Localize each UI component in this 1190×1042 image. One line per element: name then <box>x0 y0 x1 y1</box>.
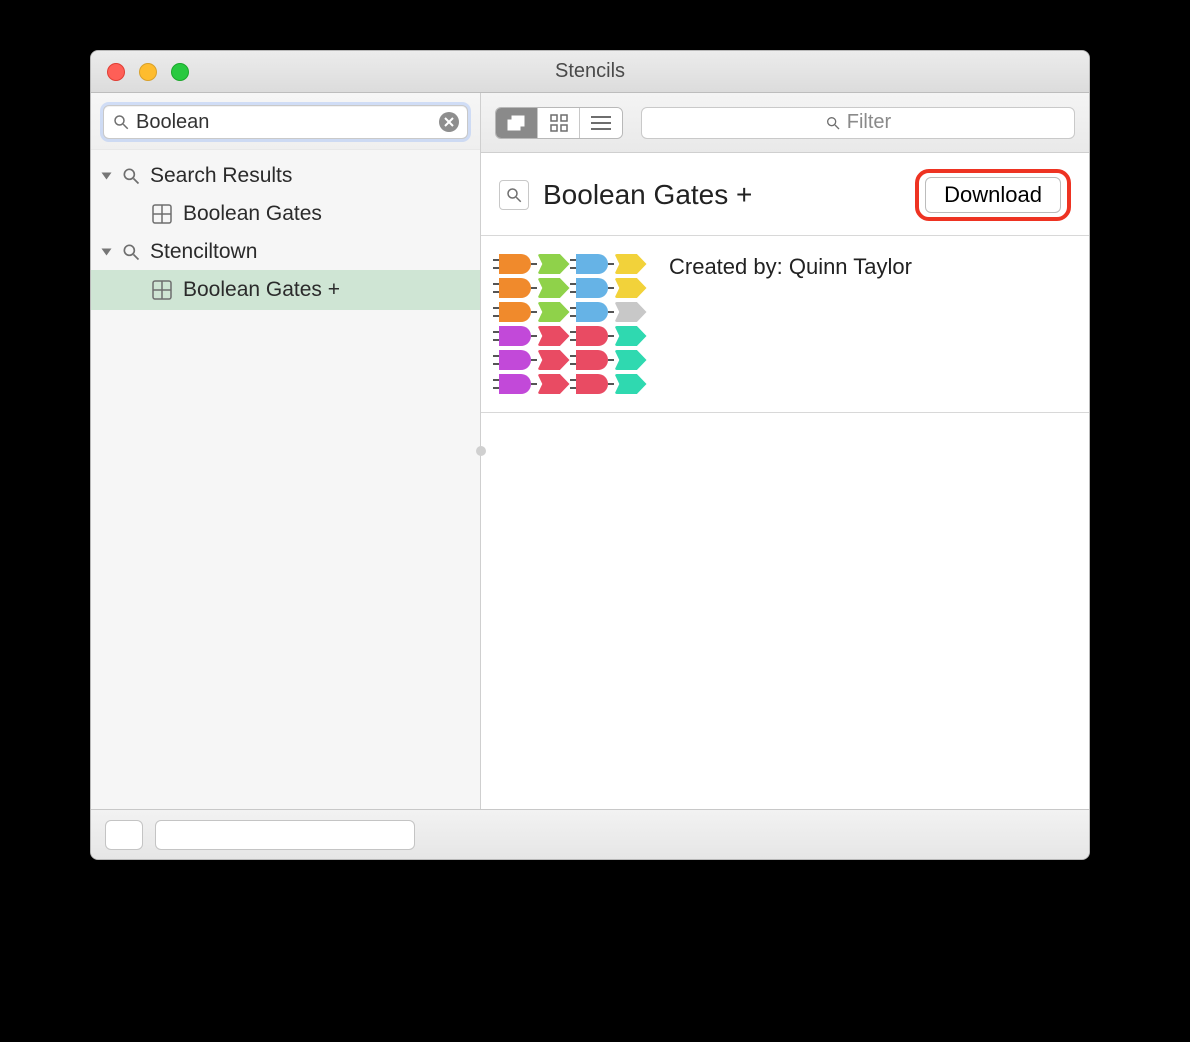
detail-meta: Created by: Quinn Taylor <box>669 254 912 394</box>
gate-icon <box>499 302 531 322</box>
tree-item-label: Boolean Gates <box>183 202 322 226</box>
sidebar-search-input[interactable] <box>130 111 439 134</box>
sidebar: Search Results Boolean Gates Stenciltown Bo… <box>91 93 481 809</box>
search-icon <box>112 113 130 131</box>
gate-icon <box>538 254 570 274</box>
bottom-field[interactable] <box>155 820 415 850</box>
gate-icon <box>576 278 608 298</box>
tree-group-header[interactable]: Search Results <box>91 158 480 194</box>
detail-body: Created by: Quinn Taylor <box>481 236 1089 413</box>
sidebar-tree: Search Results Boolean Gates Stenciltown Bo… <box>91 150 480 809</box>
gate-icon <box>538 350 570 370</box>
sidebar-search-field[interactable] <box>103 105 468 139</box>
gate-icon <box>576 326 608 346</box>
sidebar-toolbar <box>91 93 480 150</box>
download-highlight: Download <box>915 169 1071 221</box>
minimize-window-button[interactable] <box>139 63 157 81</box>
close-window-button[interactable] <box>107 63 125 81</box>
view-mode-segment <box>495 107 623 139</box>
detail-search-button[interactable] <box>499 180 529 210</box>
gate-icon <box>499 254 531 274</box>
gate-icon <box>576 374 608 394</box>
disclosure-triangle-icon <box>102 173 112 180</box>
clear-search-icon[interactable] <box>439 112 459 132</box>
gate-icon <box>538 302 570 322</box>
stencil-grid-icon <box>151 203 173 225</box>
gate-icon <box>615 350 647 370</box>
view-grid-icon[interactable] <box>538 108 580 138</box>
gate-icon <box>576 350 608 370</box>
bottom-action-button[interactable] <box>105 820 143 850</box>
titlebar: Stencils <box>91 51 1089 93</box>
search-icon <box>120 165 142 187</box>
tree-item[interactable]: Boolean Gates <box>91 194 480 234</box>
traffic-lights <box>107 63 189 81</box>
gate-icon <box>615 374 647 394</box>
gate-icon <box>615 326 647 346</box>
zoom-window-button[interactable] <box>171 63 189 81</box>
gate-icon <box>499 326 531 346</box>
disclosure-triangle-icon <box>102 249 112 256</box>
main-toolbar: Filter <box>481 93 1089 153</box>
tree-group-label: Stenciltown <box>150 240 257 264</box>
main-pane: Filter Boolean Gates + Download Created … <box>481 93 1089 809</box>
filter-placeholder: Filter <box>847 111 891 134</box>
stencil-grid-icon <box>151 279 173 301</box>
window-title: Stencils <box>91 60 1089 83</box>
gate-icon <box>615 254 647 274</box>
gate-icon <box>538 326 570 346</box>
tree-group-header[interactable]: Stenciltown <box>91 234 480 270</box>
pane-resize-handle[interactable] <box>476 446 486 456</box>
gate-icon <box>576 254 608 274</box>
gate-icon <box>499 278 531 298</box>
gate-icon <box>499 374 531 394</box>
detail-title: Boolean Gates + <box>543 179 901 211</box>
view-list-icon[interactable] <box>580 108 622 138</box>
filter-field[interactable]: Filter <box>641 107 1075 139</box>
detail-header: Boolean Gates + Download <box>481 153 1089 236</box>
tree-item-label: Boolean Gates + <box>183 278 340 302</box>
gate-icon <box>538 374 570 394</box>
tree-group-label: Search Results <box>150 164 292 188</box>
gate-icon <box>615 302 647 322</box>
view-stack-icon[interactable] <box>496 108 538 138</box>
gate-icon <box>615 278 647 298</box>
tree-item[interactable]: Boolean Gates + <box>91 270 480 310</box>
bottom-bar <box>91 809 1089 859</box>
download-button[interactable]: Download <box>925 177 1061 213</box>
gate-icon <box>576 302 608 322</box>
stencil-thumbnail <box>499 254 649 394</box>
search-icon <box>825 115 841 131</box>
stencils-window: Stencils Search Results Boolean Gates Sten… <box>90 50 1090 860</box>
window-body: Search Results Boolean Gates Stenciltown Bo… <box>91 93 1089 809</box>
search-icon <box>505 186 523 204</box>
gate-icon <box>538 278 570 298</box>
gate-icon <box>499 350 531 370</box>
search-icon <box>120 241 142 263</box>
